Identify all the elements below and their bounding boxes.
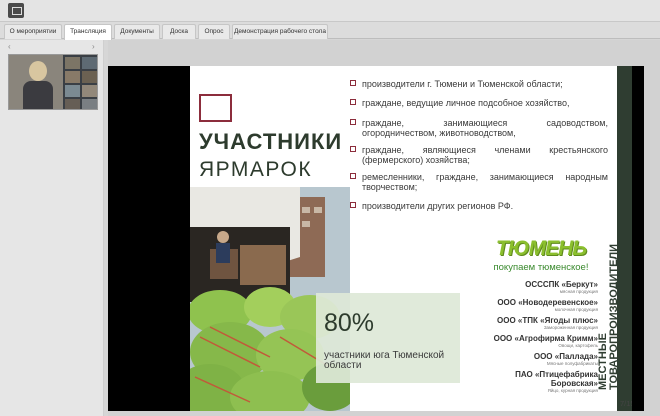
- tab-board[interactable]: Доска: [162, 24, 196, 39]
- letterbox-left: [108, 66, 190, 411]
- producer-item: ООО «Новодеревенское» молочная продукция: [497, 298, 598, 312]
- producer-item: ООО «Паллада» Мясные полуфабрикаты: [533, 352, 598, 366]
- chevron-left-icon[interactable]: ‹: [8, 42, 11, 51]
- video-sidebar: ‹ ›: [0, 40, 104, 416]
- list-item: производители г. Тюмени и Тюменской обла…: [350, 79, 608, 91]
- slide-page-number: 7/15: [620, 399, 632, 408]
- slide-title-line2: ЯРМАРОК: [199, 158, 313, 181]
- bullet-square-icon: [350, 202, 356, 208]
- tab-bar: О мероприятии Трансляция Документы Доска…: [0, 22, 660, 40]
- bullet-square-icon: [350, 146, 356, 152]
- tab-screen-share[interactable]: Демонстрация рабочего стола: [232, 24, 328, 39]
- bullet-square-icon: [350, 99, 356, 105]
- vertical-caption: МЕСТНЫЕ ТОВАРОПРОИЗВОДИТЕЛИ: [597, 210, 620, 390]
- tab-poll[interactable]: Опрос: [198, 24, 230, 39]
- producer-item: ОСССПК «Беркут» мясная продукция: [525, 280, 598, 294]
- bullet-square-icon: [350, 119, 356, 125]
- presentation-icon[interactable]: [8, 3, 24, 18]
- producer-item: ООО «Агрофирма Кримм» Овощи, картофель: [493, 334, 598, 348]
- app-toolbar: [0, 0, 660, 22]
- list-item: производители других регионов РФ.: [350, 201, 608, 213]
- tab-documents[interactable]: Документы: [114, 24, 160, 39]
- producer-item: ООО «ТПК «Ягоды плюс» Замороженная проду…: [497, 316, 598, 330]
- list-item: граждане, являющиеся членами крестьянско…: [350, 145, 608, 167]
- list-item: ремесленники, граждане, занимающиеся нар…: [350, 172, 608, 194]
- tab-event-info[interactable]: О мероприятии: [4, 24, 62, 39]
- thumbnail-nav: ‹ ›: [8, 42, 98, 52]
- logo-slogan: покупаем тюменское!: [493, 262, 589, 273]
- tyumen-brand-logo: ТЮМЕНЬ покупаем тюменское!: [482, 237, 600, 277]
- bullet-square-icon: [350, 173, 356, 179]
- chevron-right-icon[interactable]: ›: [92, 42, 95, 51]
- decorative-frame: [199, 94, 232, 122]
- list-item: граждане, занимающиеся садоводством, ого…: [350, 118, 608, 140]
- presentation-slide: УЧАСТНИКИ ЯРМАРОК производители г. Тюмен…: [190, 66, 632, 411]
- vertical-caption-line2: ТОВАРОПРОИЗВОДИТЕЛИ: [608, 243, 620, 390]
- list-item: граждане, ведущие личное подсобное хозяй…: [350, 98, 608, 110]
- letterbox-right: [632, 66, 644, 411]
- bullet-square-icon: [350, 80, 356, 86]
- participants-video-thumbnail[interactable]: [8, 54, 98, 110]
- producer-item: ПАО «Птицефабрика Боровская» Яйцо, курна…: [515, 370, 598, 393]
- slide-title-line1: УЧАСТНИКИ: [199, 129, 343, 154]
- tab-broadcast[interactable]: Трансляция: [64, 24, 112, 40]
- logo-word: ТЮМЕНЬ: [495, 237, 587, 260]
- statistic-value: 80%: [324, 309, 375, 337]
